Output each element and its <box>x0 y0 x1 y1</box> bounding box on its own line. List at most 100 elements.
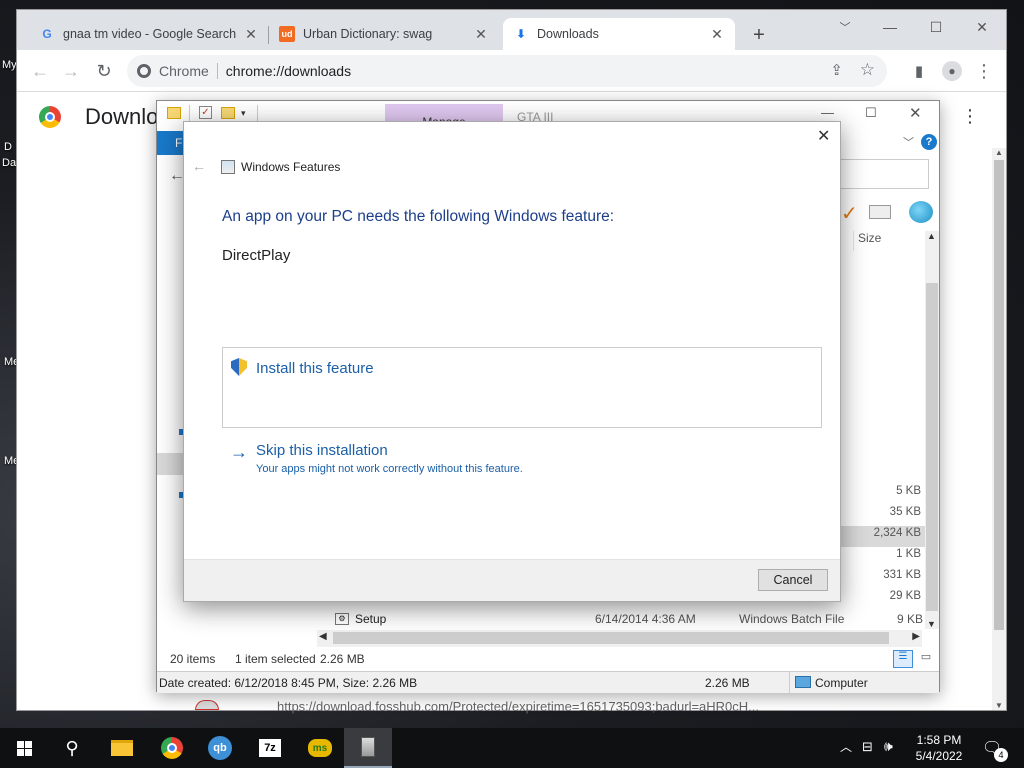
tab-title: gnaa tm video - Google Search <box>63 27 237 41</box>
scrollbar-thumb[interactable] <box>926 283 938 611</box>
file-size: 5 KB <box>896 485 921 497</box>
share-icon[interactable]: ⇪ <box>830 61 843 79</box>
maximize-button[interactable]: ☐ <box>865 105 877 121</box>
selection-count: 1 item selected <box>235 652 316 666</box>
file-explorer-taskbar-button[interactable] <box>98 728 146 768</box>
file-type: Windows Batch File <box>739 611 845 626</box>
item-count: 20 items <box>170 652 216 666</box>
search-input[interactable] <box>837 159 929 189</box>
help-icon[interactable]: ? <box>921 134 937 150</box>
desktop-label[interactable]: D <box>4 141 12 153</box>
close-tab-icon[interactable]: ✕ <box>709 26 725 43</box>
new-folder-icon[interactable] <box>221 107 235 119</box>
minimize-button[interactable]: — <box>821 105 834 120</box>
new-tab-button[interactable]: + <box>747 24 771 48</box>
explorer-vscrollbar[interactable]: ▲ ▼ <box>925 231 939 629</box>
mail-icon <box>869 205 891 219</box>
chrome-icon <box>161 737 183 759</box>
large-icons-view-icon[interactable]: ▭ <box>917 650 935 668</box>
reload-icon[interactable]: ↻ <box>92 59 116 83</box>
qbittorrent-taskbar-button[interactable]: qb <box>196 728 244 768</box>
quick-access-dropdown-icon[interactable]: ▾ <box>241 108 246 119</box>
close-tab-icon[interactable]: ✕ <box>473 26 489 43</box>
page-menu-icon[interactable]: ⋮ <box>961 106 979 127</box>
details-size: 2.26 MB <box>705 676 750 690</box>
profile-avatar[interactable]: ● <box>940 59 964 83</box>
maximize-button[interactable]: ☐ <box>913 14 959 40</box>
dialog-heading: An app on your PC needs the following Wi… <box>222 208 615 225</box>
scroll-up-icon[interactable]: ▲ <box>995 148 1003 157</box>
file-tab[interactable]: F <box>157 131 185 155</box>
desktop-label[interactable]: My <box>2 59 17 71</box>
search-icon[interactable]: ⚲ <box>48 728 96 768</box>
installer-taskbar-button[interactable] <box>344 728 392 768</box>
file-date: 6/14/2014 4:36 AM <box>595 611 696 626</box>
explorer-hscrollbar[interactable]: ◀ ▶ <box>317 630 922 647</box>
start-button[interactable] <box>0 728 48 768</box>
7zip-taskbar-button[interactable]: 7z <box>246 728 294 768</box>
show-hidden-icons[interactable]: ︿ <box>840 738 852 755</box>
date-created: Date created: 6/12/2018 8:45 PM, Size: 2… <box>159 676 418 690</box>
install-feature-option[interactable]: Install this feature <box>222 347 822 428</box>
dialog-footer: Cancel <box>184 559 840 601</box>
cancel-button[interactable]: Cancel <box>758 569 828 591</box>
tab-title: Urban Dictionary: swag <box>303 27 433 41</box>
tab-google-search[interactable]: G gnaa tm video - Google Search ✕ <box>29 18 269 50</box>
tab-search-icon[interactable]: ﹀ <box>822 14 868 40</box>
table-row[interactable]: ⚙ Setup 6/14/2014 4:36 AM Windows Batch … <box>335 608 935 629</box>
browser-toolbar: ← → ↻ Chrome chrome://downloads ⇪ ☆ ▮ ● … <box>17 50 1006 92</box>
scroll-left-icon[interactable]: ◀ <box>319 631 327 642</box>
volume-icon[interactable]: 🕪 <box>884 738 893 755</box>
chrome-taskbar-button[interactable] <box>148 728 196 768</box>
file-icon <box>195 700 219 710</box>
file-size: 1 KB <box>896 548 921 560</box>
clock-date: 5/4/2022 <box>915 749 963 763</box>
windows-features-icon <box>221 160 235 174</box>
menu-icon[interactable]: ⋮ <box>972 59 996 83</box>
bookmark-star-icon[interactable]: ☆ <box>860 60 875 80</box>
back-icon[interactable]: ← <box>192 158 206 174</box>
close-window-button[interactable]: ✕ <box>909 104 922 122</box>
scroll-right-icon[interactable]: ▶ <box>912 631 920 642</box>
nav-selected-item[interactable] <box>157 453 185 475</box>
location: Computer <box>815 676 868 690</box>
clock[interactable]: 1:58 PM 5/4/2022 <box>910 732 968 764</box>
google-icon: G <box>42 27 52 41</box>
minimize-button[interactable]: — <box>867 14 913 40</box>
tab-downloads[interactable]: ⬇ Downloads ✕ <box>503 18 735 50</box>
install-feature-link[interactable]: Install this feature <box>256 360 374 377</box>
forward-icon[interactable]: → <box>59 59 83 83</box>
back-icon[interactable]: ← <box>28 59 52 83</box>
network-icon[interactable]: ⊟ <box>862 739 873 755</box>
chrome-site-icon <box>137 64 151 78</box>
expand-ribbon-icon[interactable]: ﹀ <box>903 134 914 150</box>
download-url[interactable]: https://download.fosshub.com/Protected/e… <box>277 699 759 714</box>
page-scrollbar[interactable]: ▲ ▼ <box>992 148 1006 710</box>
side-panel-icon[interactable]: ▮ <box>907 59 931 83</box>
divider <box>216 63 218 79</box>
tab-urban-dictionary[interactable]: ud Urban Dictionary: swag ✕ <box>269 18 499 50</box>
selection-size: 2.26 MB <box>320 652 365 666</box>
desktop-label[interactable]: Da <box>2 157 16 169</box>
details-view-icon[interactable]: ☰ <box>893 650 913 668</box>
scrollbar-thumb[interactable] <box>333 632 889 644</box>
scroll-down-icon[interactable]: ▼ <box>995 701 1003 710</box>
scroll-up-icon[interactable]: ▲ <box>927 231 936 241</box>
file-size: 9 KB <box>896 611 923 626</box>
globe-icon <box>909 201 933 223</box>
clock-time: 1:58 PM <box>916 733 962 747</box>
close-dialog-button[interactable]: ✕ <box>817 126 830 146</box>
msi-app-taskbar-button[interactable]: ms <box>296 728 344 768</box>
address-bar[interactable]: Chrome chrome://downloads ⇪ ☆ <box>127 55 887 87</box>
column-header-size[interactable]: Size <box>853 231 923 251</box>
close-tab-icon[interactable]: ✕ <box>243 26 259 43</box>
file-name: Setup <box>355 611 387 626</box>
close-window-button[interactable]: ✕ <box>959 14 1005 40</box>
checkmark-icon: ✓ <box>841 203 858 225</box>
uac-shield-icon <box>231 358 247 376</box>
url-text: chrome://downloads <box>225 63 352 79</box>
file-size: 2,324 KB <box>873 527 921 539</box>
scrollbar-thumb[interactable] <box>994 160 1004 630</box>
skip-installation-link[interactable]: Skip this installation <box>256 442 388 459</box>
properties-icon[interactable]: ✓ <box>199 106 212 119</box>
